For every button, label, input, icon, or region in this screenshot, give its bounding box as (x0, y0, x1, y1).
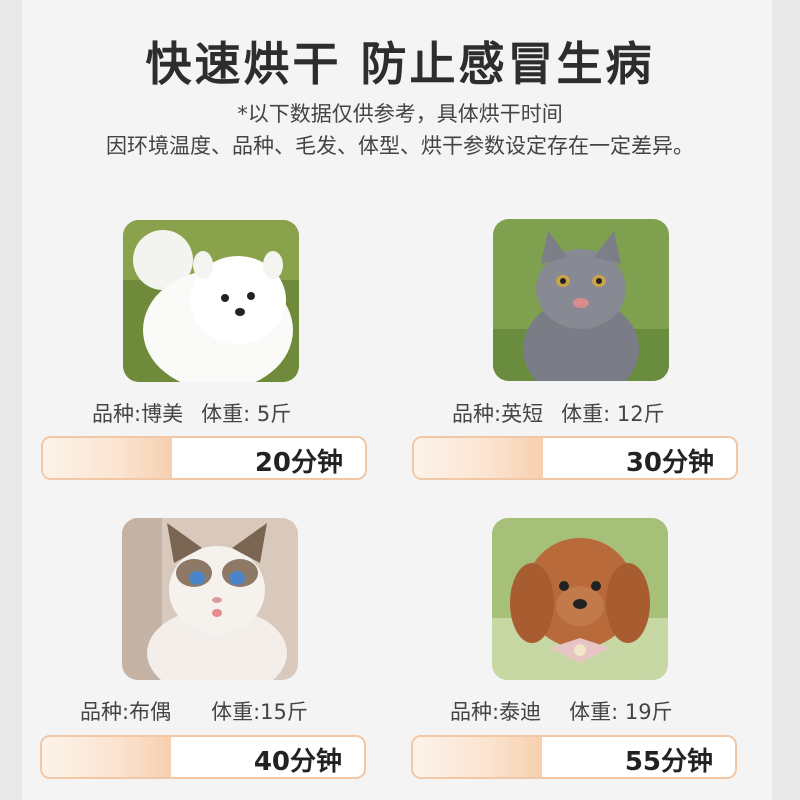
breed-label: 品种:布偶 (80, 700, 172, 724)
weight-label: 体重: 5斤 (201, 402, 292, 426)
page-title: 快速烘干 防止感冒生病 (145, 37, 655, 91)
drying-time-bar: 30分钟 (412, 436, 738, 480)
pet-info-british-shorthair: 品种:英短 体重: 12斤 (452, 398, 665, 428)
disclaimer-line-1: *以下数据仅供参考，具体烘干时间 (237, 102, 563, 126)
pet-info-ragdoll: 品种:布偶 体重:15斤 (80, 696, 308, 726)
teddy-photo (492, 518, 668, 680)
drying-time-bar: 20分钟 (41, 436, 367, 480)
drying-time-bar: 55分钟 (411, 735, 737, 779)
disclaimer-line-2: 因环境温度、品种、毛发、体型、烘干参数设定存在一定差异。 (106, 134, 694, 158)
weight-label: 体重: 19斤 (569, 700, 673, 724)
weight-label: 体重: 12斤 (561, 402, 665, 426)
breed-label: 品种:博美 (92, 402, 184, 426)
breed-label: 品种:英短 (452, 402, 544, 426)
ragdoll-photo (122, 518, 298, 680)
drying-time-value: 20分钟 (254, 448, 343, 478)
drying-time-value: 40分钟 (253, 747, 342, 777)
pet-info-pomeranian: 品种:博美 体重: 5斤 (92, 398, 291, 428)
breed-label: 品种:泰迪 (450, 700, 542, 724)
progress-fill (42, 737, 171, 777)
progress-fill (43, 438, 172, 478)
drying-time-value: 55分钟 (624, 747, 713, 777)
pomeranian-photo (123, 220, 299, 382)
british-shorthair-photo (493, 219, 669, 381)
pet-info-teddy: 品种:泰迪 体重: 19斤 (450, 696, 673, 726)
progress-fill (414, 438, 543, 478)
progress-fill (413, 737, 542, 777)
drying-time-bar: 40分钟 (40, 735, 366, 779)
drying-time-value: 30分钟 (625, 448, 714, 478)
weight-label: 体重:15斤 (211, 700, 308, 724)
